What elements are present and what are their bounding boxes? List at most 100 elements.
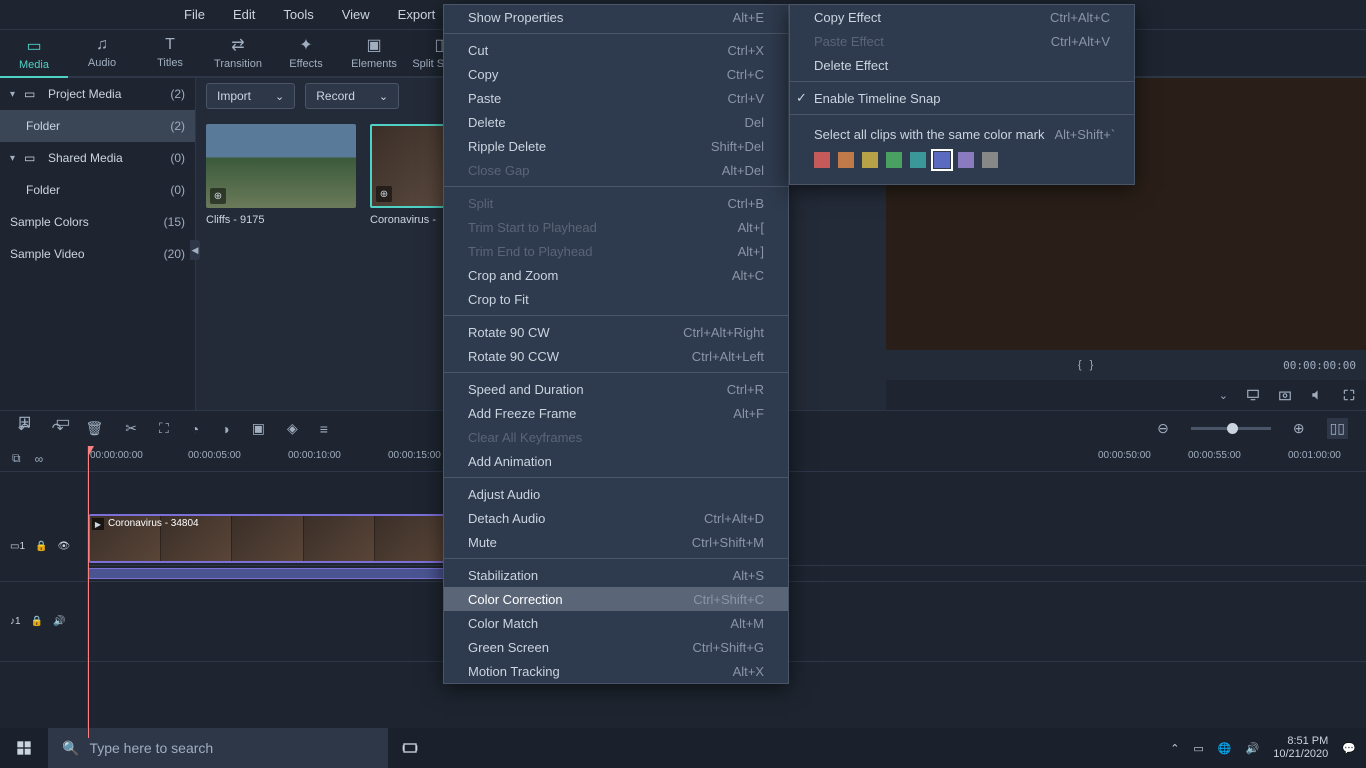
menu-item[interactable]: Show PropertiesAlt+E: [444, 5, 788, 29]
color-swatch[interactable]: [814, 152, 830, 168]
menu-item[interactable]: Add Animation: [444, 449, 788, 473]
zoom-slider[interactable]: [1191, 427, 1271, 430]
menu-item[interactable]: Green ScreenCtrl+Shift+G: [444, 635, 788, 659]
color-swatch[interactable]: [982, 152, 998, 168]
tab-media[interactable]: ▭Media: [0, 30, 68, 78]
zoom-out-icon[interactable]: ⊖: [1157, 420, 1169, 437]
color-swatch[interactable]: [886, 152, 902, 168]
keyframe-icon[interactable]: ◈: [287, 420, 298, 437]
quality-dropdown[interactable]: ⌄: [1219, 389, 1228, 402]
eye-icon[interactable]: 👁: [57, 541, 70, 552]
tray-chevron-icon[interactable]: ⌃: [1170, 742, 1179, 755]
sidebar-item-sample-video[interactable]: Sample Video(20): [0, 238, 195, 270]
color-swatch[interactable]: [934, 152, 950, 168]
sidebar: ▾▭Project Media(2) Folder(2) ▾▭Shared Me…: [0, 78, 196, 410]
menu-item[interactable]: PasteCtrl+V: [444, 86, 788, 110]
menu-item[interactable]: CopyCtrl+C: [444, 62, 788, 86]
marker-in-icon[interactable]: {: [1078, 359, 1082, 371]
add-icon[interactable]: ⊕: [376, 186, 392, 202]
tab-audio[interactable]: ♫Audio: [68, 28, 136, 76]
menu-item[interactable]: Detach AudioCtrl+Alt+D: [444, 506, 788, 530]
menu-item[interactable]: CutCtrl+X: [444, 38, 788, 62]
menu-view[interactable]: View: [328, 0, 384, 30]
menu-file[interactable]: File: [170, 0, 219, 30]
start-button[interactable]: [0, 728, 48, 768]
folder-icon[interactable]: ▭: [55, 412, 70, 432]
tray-volume-icon[interactable]: 🔊: [1246, 742, 1260, 755]
menu-export[interactable]: Export: [384, 0, 450, 30]
color-swatch[interactable]: [862, 152, 878, 168]
menu-item[interactable]: Crop to Fit: [444, 287, 788, 311]
link2-icon[interactable]: ∞: [35, 452, 44, 466]
collapse-sidebar-button[interactable]: ◀: [190, 240, 200, 260]
menu-item[interactable]: Rotate 90 CWCtrl+Alt+Right: [444, 320, 788, 344]
crop-icon[interactable]: ⛶: [159, 420, 169, 437]
menu-item[interactable]: StabilizationAlt+S: [444, 563, 788, 587]
tab-elements[interactable]: ▣Elements: [340, 28, 408, 76]
speaker-icon[interactable]: 🔊: [53, 616, 65, 627]
color-swatch[interactable]: [910, 152, 926, 168]
split-icon[interactable]: ✂: [125, 420, 137, 437]
video-clip[interactable]: Coronavirus - 34804 ▶: [88, 514, 448, 563]
sidebar-item-folder[interactable]: Folder(2): [0, 110, 195, 142]
menu-item[interactable]: Rotate 90 CCWCtrl+Alt+Left: [444, 344, 788, 368]
snapshot-icon[interactable]: [1278, 388, 1292, 402]
menu-tools[interactable]: Tools: [269, 0, 327, 30]
folder-icon: ▭: [24, 87, 42, 101]
tab-transition[interactable]: ⇄Transition: [204, 28, 272, 76]
video-track-header[interactable]: ▭1🔒👁: [0, 512, 87, 582]
zoom-in-icon[interactable]: ⊕: [1293, 420, 1305, 437]
taskbar-search[interactable]: 🔍Type here to search: [48, 728, 388, 768]
menu-item[interactable]: Add Freeze FrameAlt+F: [444, 401, 788, 425]
menu-item[interactable]: ✓Enable Timeline Snap: [790, 86, 1134, 110]
tray-network-icon[interactable]: 🌐: [1218, 742, 1232, 755]
menu-item[interactable]: Color CorrectionCtrl+Shift+C: [444, 587, 788, 611]
sidebar-item-sample-colors[interactable]: Sample Colors(15): [0, 206, 195, 238]
tray-notifications-icon[interactable]: 💬: [1342, 742, 1356, 755]
color-swatch[interactable]: [958, 152, 974, 168]
menu-item[interactable]: DeleteDel: [444, 110, 788, 134]
menu-item[interactable]: Adjust Audio: [444, 482, 788, 506]
link-icon[interactable]: ⧉: [12, 451, 21, 466]
color-icon[interactable]: ◑: [221, 421, 229, 437]
sidebar-item-shared-media[interactable]: ▾▭Shared Media(0): [0, 142, 195, 174]
task-view-button[interactable]: [388, 728, 432, 768]
fullscreen-icon[interactable]: [1342, 388, 1356, 402]
menu-item[interactable]: Motion TrackingAlt+X: [444, 659, 788, 683]
menu-item[interactable]: Crop and ZoomAlt+C: [444, 263, 788, 287]
settings-icon[interactable]: ≡: [320, 421, 328, 437]
speed-icon[interactable]: ◔: [191, 421, 199, 437]
menu-item[interactable]: MuteCtrl+Shift+M: [444, 530, 788, 554]
audio-track-header[interactable]: ♪1🔒🔊: [0, 582, 87, 662]
import-dropdown[interactable]: Import: [206, 83, 295, 109]
menu-item[interactable]: Speed and DurationCtrl+R: [444, 377, 788, 401]
playhead[interactable]: [88, 446, 89, 738]
tray-clock[interactable]: 8:51 PM 10/21/2020: [1273, 735, 1328, 761]
lock-icon[interactable]: 🔒: [35, 541, 47, 552]
menu-edit[interactable]: Edit: [219, 0, 269, 30]
lock-icon[interactable]: 🔒: [31, 616, 43, 627]
sidebar-item-folder-2[interactable]: Folder(0): [0, 174, 195, 206]
greenscreen-icon[interactable]: ▣: [252, 420, 265, 437]
display-icon[interactable]: [1246, 388, 1260, 402]
menu-item[interactable]: Delete Effect: [790, 53, 1134, 77]
record-dropdown[interactable]: Record: [305, 83, 399, 109]
preview-timecode: 00:00:00:00: [1283, 359, 1356, 372]
volume-icon[interactable]: [1310, 388, 1324, 402]
color-swatch[interactable]: [838, 152, 854, 168]
menu-item[interactable]: Color MatchAlt+M: [444, 611, 788, 635]
taskbar: 🔍Type here to search ⌃ ▭ 🌐 🔊 8:51 PM 10/…: [0, 728, 1366, 768]
zoom-fit-icon[interactable]: ▯▯: [1327, 418, 1348, 439]
audio-clip[interactable]: [88, 568, 448, 579]
menu-item[interactable]: Ripple DeleteShift+Del: [444, 134, 788, 158]
tab-effects[interactable]: ✦Effects: [272, 28, 340, 76]
delete-icon[interactable]: 🗑: [85, 420, 103, 437]
media-thumbnail[interactable]: ⊕ Cliffs - 9175: [206, 124, 356, 226]
add-icon[interactable]: ⊕: [210, 188, 226, 204]
sidebar-item-project-media[interactable]: ▾▭Project Media(2): [0, 78, 195, 110]
tab-titles[interactable]: TTitles: [136, 28, 204, 76]
marker-out-icon[interactable]: }: [1090, 359, 1094, 371]
new-folder-icon[interactable]: ⊞: [18, 412, 31, 432]
menu-item[interactable]: Copy EffectCtrl+Alt+C: [790, 5, 1134, 29]
tray-battery-icon[interactable]: ▭: [1193, 742, 1203, 755]
